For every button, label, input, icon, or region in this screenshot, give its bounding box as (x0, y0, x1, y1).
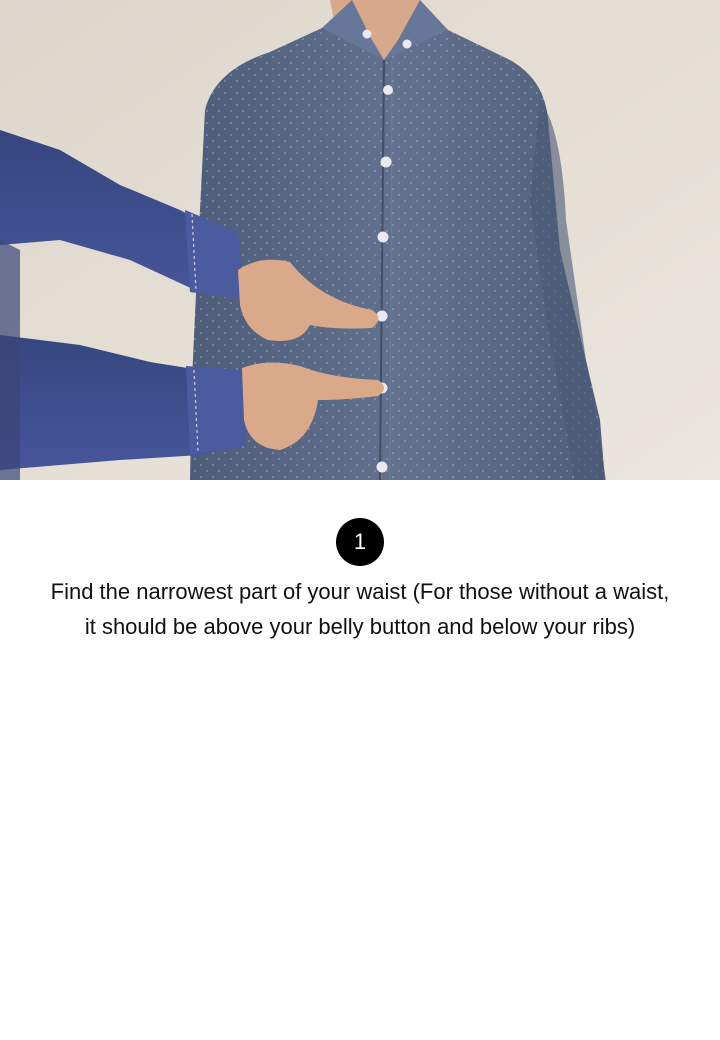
step-number-badge: 1 (336, 518, 384, 566)
helper-body-edge (0, 240, 20, 480)
step-instruction: Find the narrowest part of your waist (F… (10, 574, 710, 644)
waist-measurement-photo (0, 0, 720, 480)
instruction-line-2: it should be above your belly button and… (84, 614, 636, 639)
instruction-line-1: Find the narrowest part of your waist (F… (50, 579, 670, 604)
measurement-step-screen: 1 Find the narrowest part of your waist … (0, 0, 720, 1040)
